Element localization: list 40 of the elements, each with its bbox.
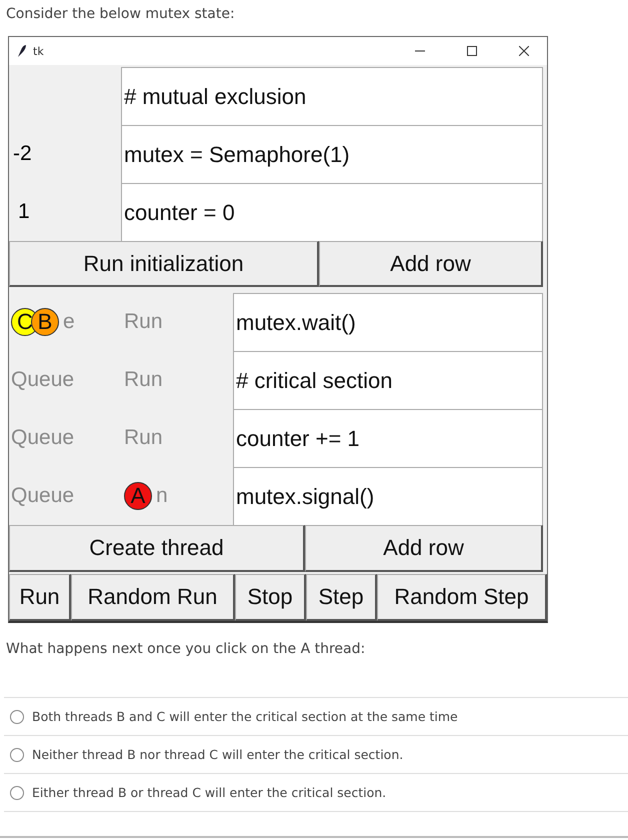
option-label[interactable]: Either thread B or thread C will enter the critical section. <box>32 785 386 800</box>
code-field[interactable]: # mutual exclusion <box>121 67 543 125</box>
code-field[interactable]: mutex.wait() <box>233 293 543 351</box>
thread-token[interactable]: B <box>31 308 59 336</box>
run-label: Run <box>124 310 163 334</box>
feather-icon <box>17 44 27 58</box>
code-field[interactable]: mutex = Semaphore(1) <box>121 125 543 183</box>
option-label[interactable]: Neither thread B nor thread C will enter the critical section. <box>32 747 404 762</box>
intro-text: Consider the below mutex state: <box>5 5 236 24</box>
control-button[interactable]: Stop <box>235 574 306 621</box>
queue-label: Queue <box>11 484 74 508</box>
maximize-icon[interactable] <box>467 46 477 56</box>
radio-button[interactable] <box>10 748 24 762</box>
window-title: tk <box>33 44 44 58</box>
variable-value: -2 <box>13 142 32 166</box>
close-icon[interactable] <box>519 46 529 56</box>
code-field[interactable]: # critical section <box>233 351 543 409</box>
control-button[interactable]: Run <box>9 574 71 621</box>
control-button[interactable]: Step <box>306 574 377 621</box>
add-row-button[interactable]: Add row <box>319 241 543 287</box>
code-field[interactable]: counter = 0 <box>121 183 543 241</box>
option-label[interactable]: Both threads B and C will enter the critical section at the same time <box>32 709 458 724</box>
run-label: n <box>156 484 168 508</box>
thread-token[interactable]: A <box>124 482 152 510</box>
add-row-button[interactable]: Add row <box>305 525 543 572</box>
code-field[interactable]: mutex.signal() <box>233 467 543 525</box>
control-button[interactable]: Random Step <box>377 574 547 621</box>
question-text: What happens next once you click on the A thread: <box>5 640 366 659</box>
code-field[interactable]: counter += 1 <box>233 409 543 467</box>
queue-label: Queue <box>11 368 74 392</box>
radio-button[interactable] <box>10 786 24 800</box>
variable-value: 1 <box>18 200 30 224</box>
run-label: Run <box>124 368 163 392</box>
queue-label: e <box>63 310 75 334</box>
run-label: Run <box>124 426 163 450</box>
control-button[interactable]: Random Run <box>71 574 235 621</box>
queue-label: Queue <box>11 426 74 450</box>
run-initialization-button[interactable]: Run initialization <box>9 241 319 287</box>
radio-button[interactable] <box>10 710 24 724</box>
create-thread-button[interactable]: Create thread <box>9 525 305 572</box>
